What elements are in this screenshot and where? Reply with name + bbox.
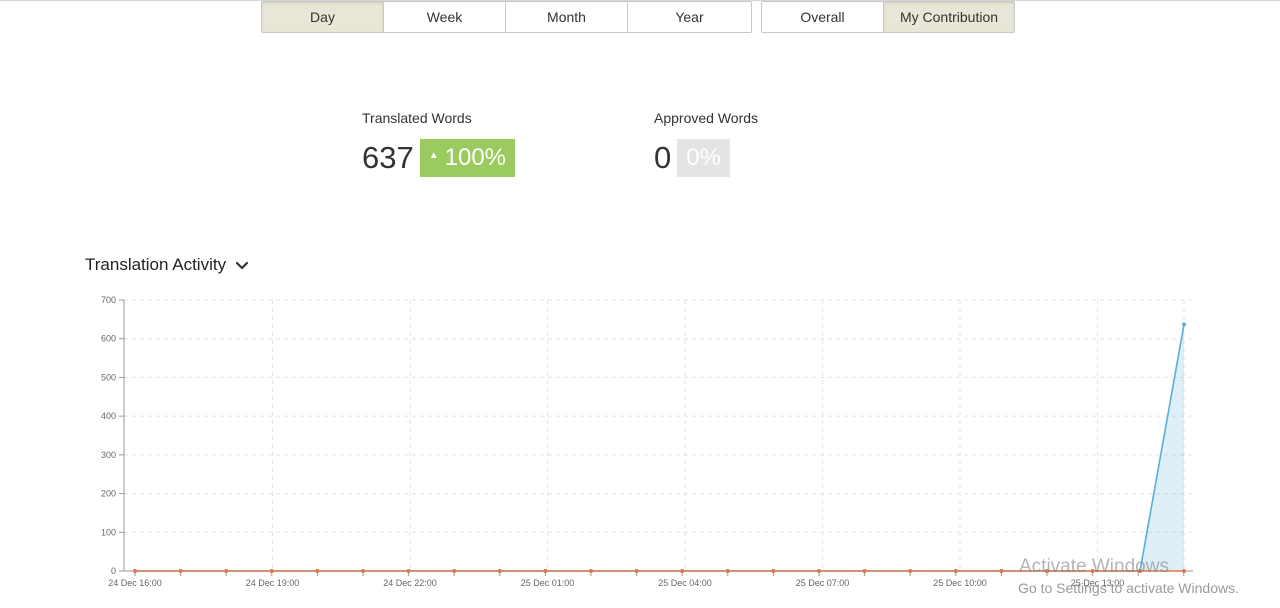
data-point-approved [999,569,1004,573]
data-point-approved [133,569,137,573]
series-area-translated [135,324,1184,571]
x-tick-label: 24 Dec 22:00 [383,578,437,588]
y-tick-label: 700 [101,295,116,305]
data-point-approved [178,569,183,573]
x-tick-label: 25 Dec 10:00 [933,578,987,588]
x-tick-label: 24 Dec 16:00 [108,578,162,588]
y-tick-label: 400 [101,411,116,421]
data-point-approved [771,569,776,573]
data-point-approved [953,569,958,573]
y-tick-label: 0 [111,566,116,576]
x-tick-label: 24 Dec 19:00 [246,578,300,588]
y-tick-label: 300 [101,450,116,460]
data-point-approved [452,569,457,573]
series-line-translated [135,324,1185,572]
data-point-translated [1182,322,1186,327]
activity-chart: 0 100 200 300 400 500 600 700 24 Dec 16:00 24 Dec… [101,295,1193,588]
x-tick-label: 25 Dec 04:00 [658,578,712,588]
data-point-approved [680,569,685,573]
x-tick-label: 25 Dec 07:00 [796,578,850,588]
data-point-approved [908,569,913,573]
data-point-approved [634,569,639,573]
data-point-approved [224,569,229,573]
data-point-approved [315,569,320,573]
data-point-approved [817,569,821,573]
data-point-approved [862,569,867,573]
y-tick-label: 200 [101,489,116,499]
data-point-approved [361,569,365,573]
watermark-subtitle: Go to Settings to activate Windows. [1018,580,1239,596]
x-tick-label: 25 Dec 01:00 [521,578,575,588]
y-tick-label: 600 [101,334,116,344]
data-point-approved [269,569,274,573]
data-point-approved [497,569,502,573]
data-point-approved [589,569,593,573]
data-point-approved [725,569,730,573]
watermark-title: Activate Windows [1019,556,1169,577]
data-point-approved [543,569,548,573]
y-tick-label: 500 [101,372,116,382]
y-tick-label: 100 [101,527,116,537]
data-point-approved [1182,569,1186,573]
data-point-approved [406,569,411,573]
